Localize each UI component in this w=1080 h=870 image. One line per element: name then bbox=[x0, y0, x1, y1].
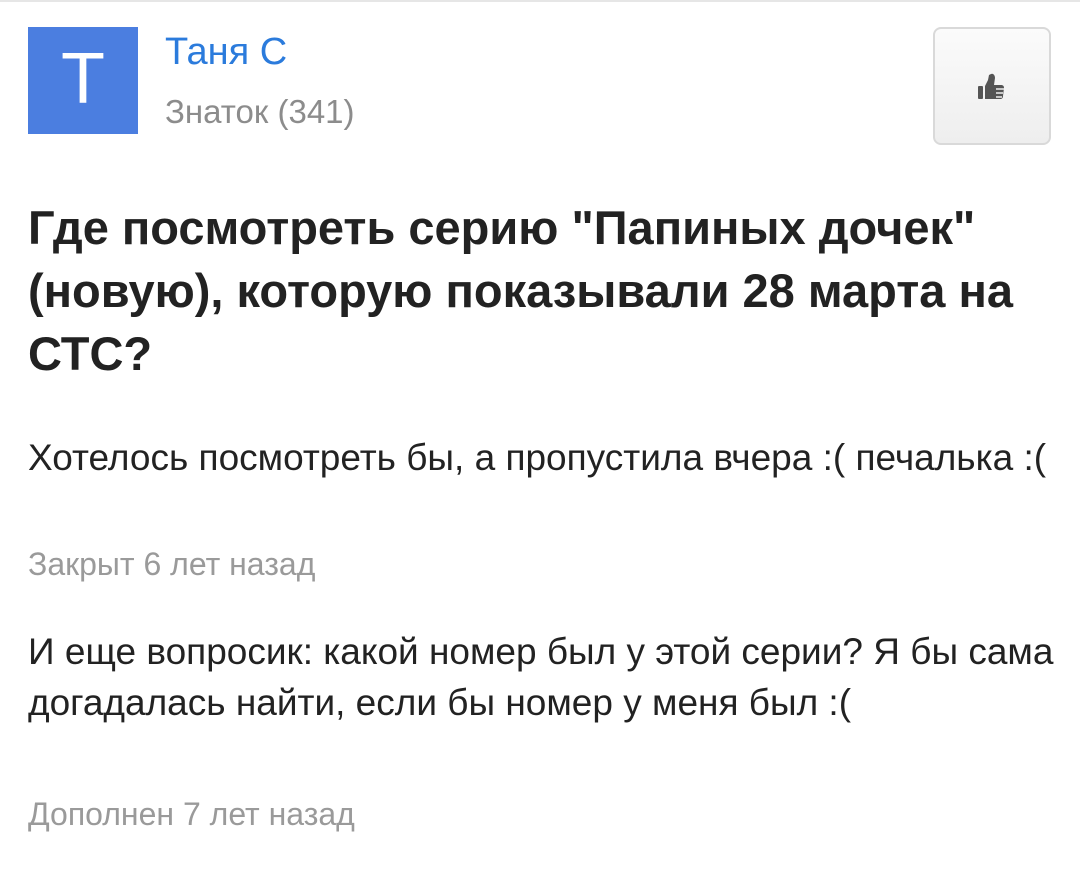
addition-status: Дополнен 7 лет назад bbox=[28, 796, 355, 832]
thumbs-up-icon bbox=[972, 66, 1012, 106]
avatar-letter: T bbox=[61, 38, 105, 119]
like-button[interactable] bbox=[933, 27, 1051, 145]
author-rank: Знаток (341) bbox=[165, 93, 355, 130]
question-status: Закрыт 6 лет назад bbox=[28, 546, 316, 582]
author-name-link[interactable]: Таня С bbox=[165, 30, 287, 76]
avatar[interactable]: T bbox=[28, 27, 138, 134]
question-addition: И еще вопросик: какой номер был у этой с… bbox=[28, 631, 1054, 723]
top-divider bbox=[0, 0, 1080, 2]
question-body: Хотелось посмотреть бы, а пропустила вче… bbox=[28, 437, 1047, 478]
question-title: Где посмотреть серию "Папиных дочек" (но… bbox=[28, 201, 1014, 380]
